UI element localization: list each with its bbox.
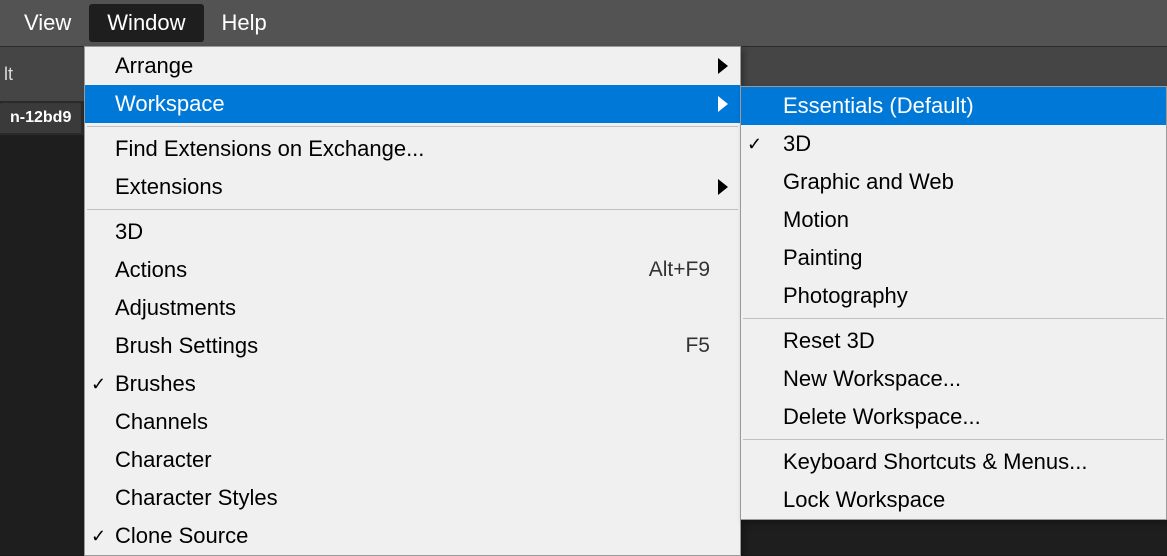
- menu-item-label: Workspace: [115, 91, 710, 117]
- menubar-item-view[interactable]: View: [6, 4, 89, 42]
- check-icon: ✓: [747, 134, 762, 155]
- menu-item-label: 3D: [783, 131, 1136, 157]
- window-menu-item-extensions[interactable]: Extensions: [85, 168, 740, 206]
- menu-item-shortcut: Alt+F9: [649, 258, 710, 282]
- workspace-submenu: Essentials (Default) ✓ 3D Graphic and Web Mo…: [740, 86, 1167, 520]
- submenu-arrow-icon: [718, 179, 728, 195]
- submenu-arrow-icon: [718, 96, 728, 112]
- workspace-submenu-item-essentials-default[interactable]: Essentials (Default): [741, 87, 1166, 125]
- window-menu-separator: [87, 126, 738, 127]
- menubar: View Window Help: [0, 0, 1167, 46]
- menubar-item-window[interactable]: Window: [89, 4, 203, 42]
- menu-item-label: Graphic and Web: [783, 169, 1136, 195]
- window-menu-item-actions[interactable]: ActionsAlt+F9: [85, 251, 740, 289]
- window-menu-item-brush-settings[interactable]: Brush SettingsF5: [85, 327, 740, 365]
- menu-item-label: Character: [115, 447, 710, 473]
- window-menu-separator: [87, 209, 738, 210]
- menu-item-label: New Workspace...: [783, 366, 1136, 392]
- menu-item-label: Photography: [783, 283, 1136, 309]
- menu-item-label: Reset 3D: [783, 328, 1136, 354]
- workspace-submenu-item-motion[interactable]: Motion: [741, 201, 1166, 239]
- document-tab[interactable]: n-12bd9: [0, 103, 81, 133]
- menu-item-label: 3D: [115, 219, 710, 245]
- window-menu-item-channels[interactable]: Channels: [85, 403, 740, 441]
- window-menu-item-adjustments[interactable]: Adjustments: [85, 289, 740, 327]
- menu-item-label: Brushes: [115, 371, 710, 397]
- menu-item-label: Delete Workspace...: [783, 404, 1136, 430]
- menu-item-label: Essentials (Default): [783, 93, 1136, 119]
- menu-item-label: Keyboard Shortcuts & Menus...: [783, 449, 1136, 475]
- menu-item-label: Extensions: [115, 174, 710, 200]
- menu-item-label: Clone Source: [115, 523, 710, 549]
- workspace-submenu-item-reset-3d[interactable]: Reset 3D: [741, 322, 1166, 360]
- menubar-item-help[interactable]: Help: [204, 4, 285, 42]
- workspace-submenu-separator: [743, 318, 1164, 319]
- window-menu-item-character-styles[interactable]: Character Styles: [85, 479, 740, 517]
- submenu-arrow-icon: [718, 58, 728, 74]
- workspace-submenu-item-graphic-and-web[interactable]: Graphic and Web: [741, 163, 1166, 201]
- menu-item-label: Adjustments: [115, 295, 710, 321]
- menu-item-shortcut: F5: [685, 334, 710, 358]
- menu-item-label: Lock Workspace: [783, 487, 1136, 513]
- menu-item-label: Brush Settings: [115, 333, 685, 359]
- window-menu-item-3d[interactable]: 3D: [85, 213, 740, 251]
- workspace-submenu-item-new-workspace[interactable]: New Workspace...: [741, 360, 1166, 398]
- workspace-submenu-item-3d[interactable]: ✓ 3D: [741, 125, 1166, 163]
- window-menu-item-brushes[interactable]: ✓ Brushes: [85, 365, 740, 403]
- options-bar-fragment: lt: [4, 64, 13, 85]
- menu-item-label: Find Extensions on Exchange...: [115, 136, 710, 162]
- check-icon: ✓: [91, 374, 106, 395]
- menu-item-label: Channels: [115, 409, 710, 435]
- menu-item-label: Motion: [783, 207, 1136, 233]
- workspace-submenu-item-lock-workspace[interactable]: Lock Workspace: [741, 481, 1166, 519]
- menu-item-label: Painting: [783, 245, 1136, 271]
- menu-item-label: Character Styles: [115, 485, 710, 511]
- workspace-submenu-item-delete-workspace[interactable]: Delete Workspace...: [741, 398, 1166, 436]
- window-menu-item-clone-source[interactable]: ✓ Clone Source: [85, 517, 740, 555]
- workspace-submenu-separator: [743, 439, 1164, 440]
- check-icon: ✓: [91, 526, 106, 547]
- menu-item-label: Actions: [115, 257, 649, 283]
- window-menu-item-find-extensions-on-exchange[interactable]: Find Extensions on Exchange...: [85, 130, 740, 168]
- window-menu-item-arrange[interactable]: Arrange: [85, 47, 740, 85]
- workspace-submenu-item-keyboard-shortcuts-menus[interactable]: Keyboard Shortcuts & Menus...: [741, 443, 1166, 481]
- menu-item-label: Arrange: [115, 53, 710, 79]
- workspace-submenu-item-painting[interactable]: Painting: [741, 239, 1166, 277]
- window-menu-item-character[interactable]: Character: [85, 441, 740, 479]
- workspace-submenu-item-photography[interactable]: Photography: [741, 277, 1166, 315]
- window-menu: Arrange Workspace Find Extensions on Excha…: [84, 46, 741, 556]
- window-menu-item-workspace[interactable]: Workspace: [85, 85, 740, 123]
